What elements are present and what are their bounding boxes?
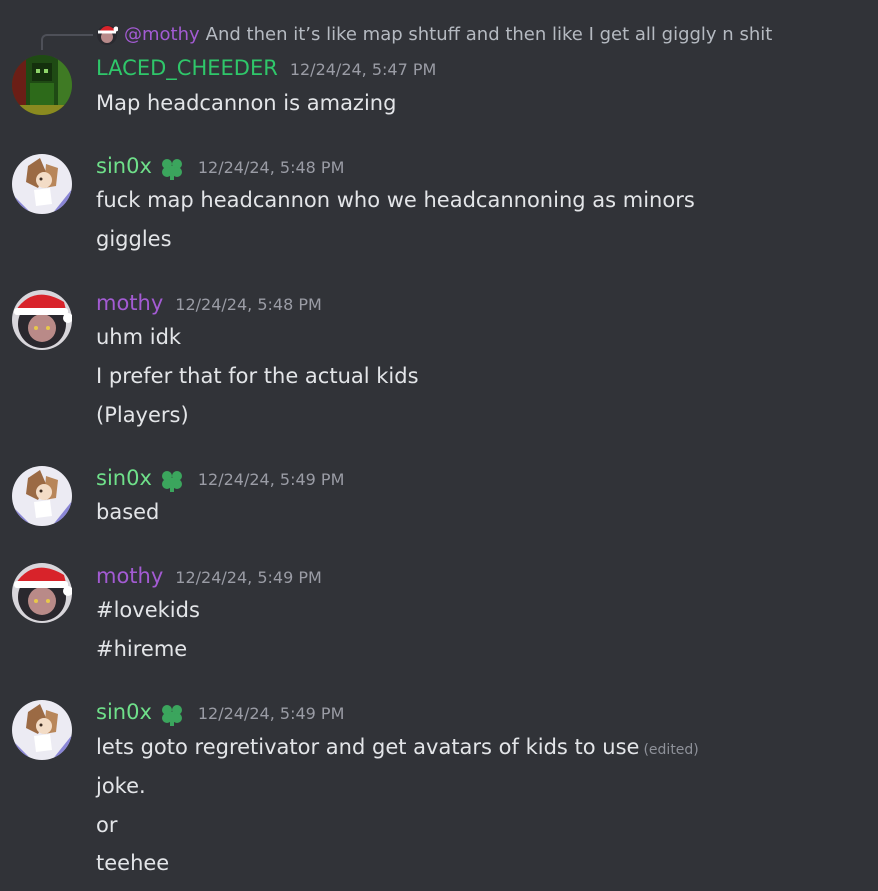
message-text: giggles xyxy=(96,227,172,251)
message-text: joke. xyxy=(96,774,146,798)
message-text: uhm idk xyxy=(96,325,182,349)
avatar[interactable] xyxy=(12,290,73,350)
username[interactable]: LACED_CHEEDER xyxy=(96,56,278,80)
message-text: (Players) xyxy=(96,403,189,427)
chat-messages: @mothy And then it’s like map shtuff and… xyxy=(0,0,878,891)
message-text: based xyxy=(96,500,160,524)
message-header: mothy 12/24/24, 5:49 PM xyxy=(96,564,322,592)
timestamp[interactable]: 12/24/24, 5:48 PM xyxy=(175,295,322,314)
avatar[interactable] xyxy=(12,154,72,214)
message-header: sin0x 12/24/24, 5:48 PM xyxy=(96,154,344,182)
message-text: #hireme xyxy=(96,637,188,661)
timestamp[interactable]: 12/24/24, 5:49 PM xyxy=(198,470,345,489)
message-header: sin0x 12/24/24, 5:49 PM xyxy=(96,466,344,494)
message-text-content: lets goto regretivator and get avatars o… xyxy=(96,735,640,759)
reply-mention[interactable]: @mothy xyxy=(124,24,200,45)
message-text: I prefer that for the actual kids xyxy=(96,364,419,388)
mothy-reply-avatar xyxy=(96,23,119,45)
clover-icon[interactable] xyxy=(158,466,186,494)
avatar[interactable] xyxy=(12,55,72,115)
message-header: mothy 12/24/24, 5:48 PM xyxy=(96,291,322,319)
avatar[interactable] xyxy=(12,563,73,623)
reply-connector xyxy=(41,34,93,50)
message-text: Map headcannon is amazing xyxy=(96,91,397,115)
message-text: teehee xyxy=(96,851,170,875)
message-header: LACED_CHEEDER 12/24/24, 5:47 PM xyxy=(96,56,436,84)
message-header: sin0x 12/24/24, 5:49 PM xyxy=(96,700,344,728)
timestamp[interactable]: 12/24/24, 5:49 PM xyxy=(175,568,322,587)
username[interactable]: mothy xyxy=(96,564,163,588)
timestamp[interactable]: 12/24/24, 5:47 PM xyxy=(290,60,437,79)
reply-reference[interactable]: @mothy And then it’s like map shtuff and… xyxy=(96,20,772,48)
clover-icon[interactable] xyxy=(158,700,186,728)
username[interactable]: sin0x xyxy=(96,154,152,178)
avatar[interactable] xyxy=(12,700,72,760)
message-text: #lovekids xyxy=(96,598,200,622)
message-text: fuck map headcannon who we headcannoning… xyxy=(96,188,695,212)
username[interactable]: mothy xyxy=(96,291,163,315)
edited-label[interactable]: (edited) xyxy=(643,742,698,758)
username[interactable]: sin0x xyxy=(96,466,152,490)
reply-preview-text[interactable]: And then it’s like map shtuff and then l… xyxy=(206,24,773,45)
timestamp[interactable]: 12/24/24, 5:48 PM xyxy=(198,158,345,177)
timestamp[interactable]: 12/24/24, 5:49 PM xyxy=(198,704,345,723)
clover-icon[interactable] xyxy=(158,154,186,182)
message-text: or xyxy=(96,813,118,837)
avatar[interactable] xyxy=(12,466,72,526)
message-text: lets goto regretivator and get avatars o… xyxy=(96,733,699,761)
username[interactable]: sin0x xyxy=(96,700,152,724)
